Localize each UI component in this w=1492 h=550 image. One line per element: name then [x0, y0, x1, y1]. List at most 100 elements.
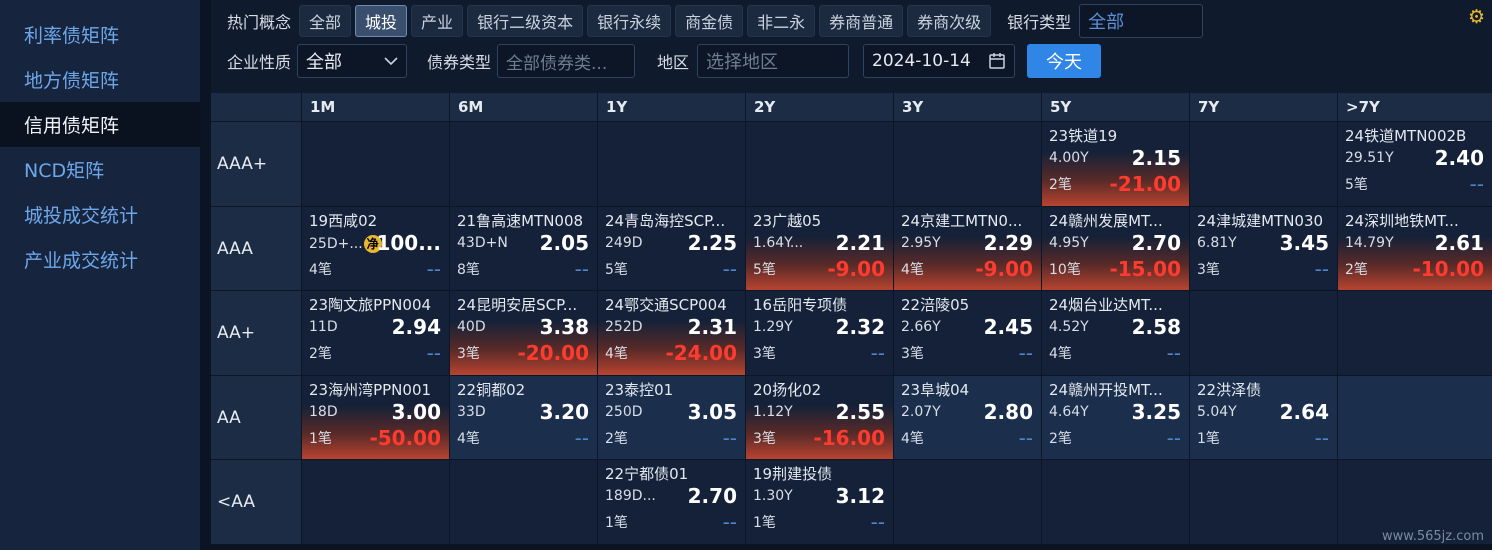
concept-tag[interactable]: 银行二级资本: [467, 5, 584, 37]
yield-change: -16.00: [813, 426, 885, 450]
matrix-cell[interactable]: 24昆明安居SCP... 40D 3.38 3笔 -20.00: [449, 290, 597, 375]
matrix-cell[interactable]: 23铁道19 4.00Y 2.15 2笔 -21.00: [1041, 121, 1189, 206]
column-header[interactable]: 7Y: [1189, 93, 1337, 121]
matrix-cell[interactable]: 24京建工MTN0... 2.95Y 2.29 4笔 -9.00: [893, 206, 1041, 290]
chevron-down-icon: [384, 57, 398, 66]
bond-yield: 3.12: [835, 484, 885, 508]
concept-tag[interactable]: 全部: [299, 5, 352, 37]
matrix-cell-empty: [449, 121, 597, 206]
enterprise-label: 企业性质: [227, 53, 292, 72]
yield-change: -21.00: [1109, 172, 1181, 196]
matrix-cell-empty: [449, 459, 597, 544]
bond-name: 22涪陵05: [901, 296, 970, 314]
matrix-cell-empty: [745, 121, 893, 206]
concept-tag[interactable]: 银行永续: [587, 5, 672, 37]
matrix-cell-empty: [1041, 459, 1189, 544]
column-header[interactable]: 1Y: [597, 93, 745, 121]
bond-yield: 2.70: [687, 484, 737, 508]
matrix-cell[interactable]: 22宁都债01 189D... 2.70 1笔 --: [597, 459, 745, 544]
bond-yield: 2.94: [391, 315, 441, 339]
bank-type-select[interactable]: 全部: [1079, 4, 1204, 38]
matrix-cell[interactable]: 24鄂交通SCP004 252D 2.31 4笔 -24.00: [597, 290, 745, 375]
matrix-cell[interactable]: 22洪泽债 5.04Y 2.64 1笔 --: [1189, 375, 1337, 459]
concept-tag[interactable]: 商金债: [675, 5, 744, 37]
column-header[interactable]: 3Y: [893, 93, 1041, 121]
sidebar-item-industry-stats[interactable]: 产业成交统计: [0, 237, 200, 282]
matrix-cell[interactable]: 23广越05 1.64Y... 2.21 5笔 -9.00: [745, 206, 893, 290]
sidebar-item-urban-stats[interactable]: 城投成交统计: [0, 192, 200, 237]
region-select[interactable]: 选择地区: [697, 44, 850, 78]
matrix-cell[interactable]: 22铜都02 33D 3.20 4笔 --: [449, 375, 597, 459]
column-header[interactable]: 1M: [301, 93, 449, 121]
trade-count: 8笔: [457, 262, 480, 278]
matrix-cell[interactable]: 24青岛海控SCP... 249D 2.25 5笔 --: [597, 206, 745, 290]
bond-type-select[interactable]: 全部债券类...: [497, 44, 636, 78]
matrix-cell[interactable]: 24深圳地铁MT... 14.79Y 2.61 2笔 -10.00: [1337, 206, 1492, 290]
concept-tag[interactable]: 券商普通: [819, 5, 904, 37]
matrix-cell[interactable]: 21鲁高速MTN008 43D+N 2.05 8笔 --: [449, 206, 597, 290]
bond-yield: 2.45: [983, 315, 1033, 339]
sidebar-divider: [200, 0, 211, 550]
matrix-cell[interactable]: 23泰控01 250D 3.05 2笔 --: [597, 375, 745, 459]
sidebar-item-credit-bond[interactable]: 信用债矩阵: [0, 102, 200, 147]
concept-tag[interactable]: 产业: [411, 5, 464, 37]
matrix-cell[interactable]: 19西咸02 25D+... 净 100... 4笔 --: [301, 206, 449, 290]
yield-change: --: [870, 341, 885, 365]
matrix-cell[interactable]: 20扬化02 1.12Y 2.55 3笔 -16.00: [745, 375, 893, 459]
matrix-cell[interactable]: 19荆建投债 1.30Y 3.12 1笔 --: [745, 459, 893, 544]
bond-name: 22铜都02: [457, 381, 526, 399]
concept-tag[interactable]: 城投: [355, 5, 408, 37]
column-header[interactable]: 2Y: [745, 93, 893, 121]
matrix-cell-empty: [1337, 290, 1492, 375]
sidebar-item-ncd[interactable]: NCD矩阵: [0, 147, 200, 192]
column-header[interactable]: >7Y: [1337, 93, 1492, 121]
yield-change: -50.00: [369, 426, 441, 450]
bond-name: 24赣州发展MT...: [1049, 212, 1163, 230]
trade-count: 1笔: [1197, 431, 1220, 447]
concept-tag[interactable]: 券商次级: [907, 5, 992, 37]
trade-count: 5笔: [753, 262, 776, 278]
sidebar-item-local-bond[interactable]: 地方债矩阵: [0, 57, 200, 102]
sidebar-item-rate-bond[interactable]: 利率债矩阵: [0, 12, 200, 57]
bond-name: 22洪泽债: [1197, 381, 1262, 399]
matrix-cell[interactable]: 23海州湾PPN001 18D 3.00 1笔 -50.00: [301, 375, 449, 459]
matrix-cell-empty: [1189, 290, 1337, 375]
matrix-cell[interactable]: 16岳阳专项债 1.29Y 2.32 3笔 --: [745, 290, 893, 375]
concept-tag-group: 全部 城投 产业 银行二级资本 银行永续 商金债 非二永 券商普通 券商次级: [299, 5, 992, 37]
yield-change: --: [722, 257, 737, 281]
matrix-cell[interactable]: 24铁道MTN002B 29.51Y 2.40 5笔 --: [1337, 121, 1492, 206]
yield-change: --: [1018, 426, 1033, 450]
yield-change: --: [870, 510, 885, 534]
trade-count: 5笔: [1345, 177, 1368, 193]
matrix-cell[interactable]: 24津城建MTN030 6.81Y 3.45 3笔 --: [1189, 206, 1337, 290]
trade-count: 3笔: [457, 346, 480, 362]
bond-term: 252D: [605, 319, 643, 335]
column-header[interactable]: 6M: [449, 93, 597, 121]
bond-name: 24津城建MTN030: [1197, 212, 1324, 230]
bond-name: 24京建工MTN0...: [901, 212, 1023, 230]
row-header: AA+: [211, 290, 301, 375]
enterprise-select[interactable]: 全部: [297, 44, 408, 78]
gear-icon[interactable]: ⚙: [1468, 8, 1486, 27]
bond-term: 4.64Y: [1049, 404, 1089, 420]
bond-term: 2.07Y: [901, 404, 941, 420]
matrix-cell[interactable]: 23阜城04 2.07Y 2.80 4笔 --: [893, 375, 1041, 459]
bond-name: 23泰控01: [605, 381, 674, 399]
matrix-cell[interactable]: 24赣州发展MT... 4.95Y 2.70 10笔 -15.00: [1041, 206, 1189, 290]
date-picker[interactable]: 2024-10-14: [863, 44, 1016, 78]
matrix-cell-empty: [1337, 375, 1492, 459]
row-header: AAA+: [211, 121, 301, 206]
concept-tag[interactable]: 非二永: [747, 5, 816, 37]
matrix-cell[interactable]: 22涪陵05 2.66Y 2.45 3笔 --: [893, 290, 1041, 375]
matrix-cell[interactable]: 23陶文旅PPN004 11D 2.94 2笔 --: [301, 290, 449, 375]
column-header[interactable]: 5Y: [1041, 93, 1189, 121]
yield-change: --: [1314, 257, 1329, 281]
bond-yield: 3.45: [1279, 231, 1329, 255]
matrix-cell[interactable]: 24烟台业达MT... 4.52Y 2.58 4笔 --: [1041, 290, 1189, 375]
matrix-cell-empty: [893, 121, 1041, 206]
bond-term: 4.52Y: [1049, 319, 1089, 335]
trade-count: 3笔: [1197, 262, 1220, 278]
today-button[interactable]: 今天: [1027, 44, 1102, 78]
matrix-cell[interactable]: 24赣州开投MT... 4.64Y 3.25 2笔 --: [1041, 375, 1189, 459]
matrix-cell-empty: [893, 459, 1041, 544]
